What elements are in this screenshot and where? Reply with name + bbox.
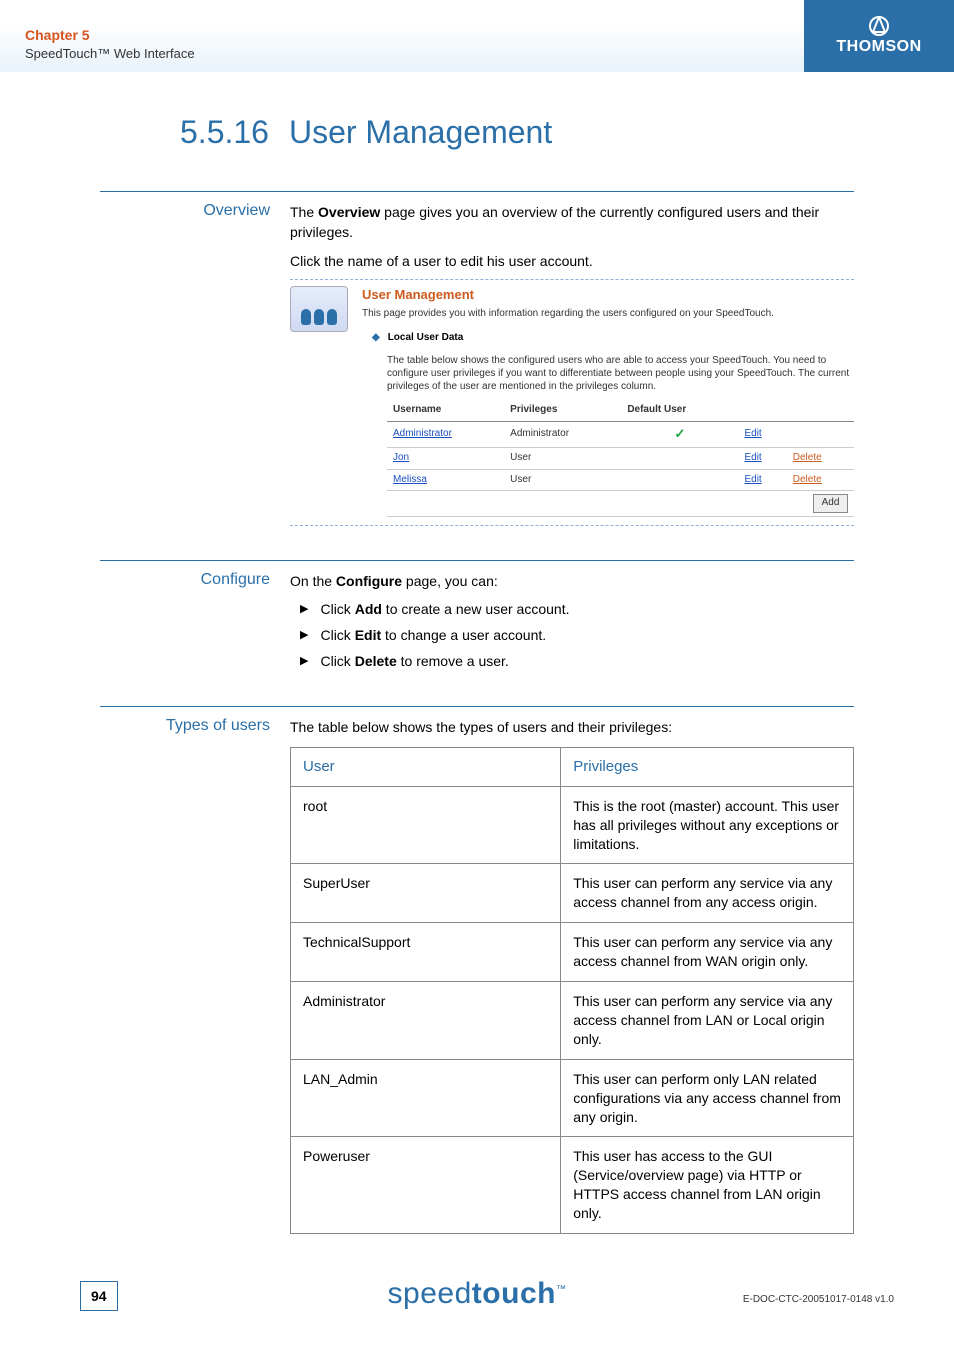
overview-body: The Overview page gives you an overview … bbox=[290, 191, 854, 532]
list-item: ▶Click Add to create a new user account. bbox=[300, 599, 854, 619]
section-title: 5.5.16 User Management bbox=[180, 114, 854, 151]
triangle-icon: ▶ bbox=[300, 651, 308, 671]
edit-link[interactable]: Edit bbox=[744, 452, 761, 463]
shot-bullet: ◆ Local User Data bbox=[372, 331, 854, 346]
document-id: E-DOC-CTC-20051017-0148 v1.0 bbox=[743, 1294, 894, 1305]
privileges-table: User Privileges rootThis is the root (ma… bbox=[290, 747, 854, 1234]
table-row: AdministratorThis user can perform any s… bbox=[291, 982, 854, 1060]
screenshot-body: User Management This page provides you w… bbox=[362, 286, 854, 517]
dashed-separator bbox=[290, 525, 854, 526]
triangle-icon: ▶ bbox=[300, 625, 308, 645]
overview-p2: Click the name of a user to edit his use… bbox=[290, 251, 854, 271]
table-row: TechnicalSupportThis user can perform an… bbox=[291, 923, 854, 982]
types-body: The table below shows the types of users… bbox=[290, 706, 854, 1234]
col-privileges: Privileges bbox=[561, 748, 854, 787]
table-row: SuperUserThis user can perform any servi… bbox=[291, 864, 854, 923]
overview-p1: The Overview page gives you an overview … bbox=[290, 202, 854, 243]
table-row: Melissa User Edit Delete bbox=[387, 469, 854, 491]
brand-icon bbox=[868, 16, 890, 36]
table-row: Administrator Administrator ✓ Edit bbox=[387, 422, 854, 448]
list-item: ▶Click Delete to remove a user. bbox=[300, 651, 854, 671]
page-header: Chapter 5 SpeedTouch™ Web Interface THOM… bbox=[0, 0, 954, 72]
overview-label: Overview bbox=[100, 191, 290, 532]
brand-block: THOMSON bbox=[804, 0, 954, 72]
users-table: Username Privileges Default User Adminis… bbox=[387, 399, 854, 517]
chapter-block: Chapter 5 SpeedTouch™ Web Interface bbox=[25, 26, 195, 62]
edit-link[interactable]: Edit bbox=[744, 428, 761, 439]
configure-list: ▶Click Add to create a new user account.… bbox=[300, 599, 854, 672]
bullet-icon: ◆ bbox=[372, 331, 380, 346]
section-number: 5.5.16 bbox=[180, 114, 269, 151]
user-link[interactable]: Administrator bbox=[393, 428, 452, 439]
shot-title: User Management bbox=[362, 286, 854, 305]
chapter-title: Chapter 5 bbox=[25, 26, 195, 45]
shot-paragraph: The table below shows the configured use… bbox=[387, 354, 854, 393]
section-name: User Management bbox=[289, 114, 552, 151]
triangle-icon: ▶ bbox=[300, 599, 308, 619]
table-row: LAN_AdminThis user can perform only LAN … bbox=[291, 1059, 854, 1137]
table-row: Jon User Edit Delete bbox=[387, 448, 854, 470]
embedded-screenshot: User Management This page provides you w… bbox=[290, 286, 854, 517]
user-link[interactable]: Melissa bbox=[393, 474, 427, 485]
chapter-subtitle: SpeedTouch™ Web Interface bbox=[25, 45, 195, 63]
col-username: Username bbox=[387, 399, 504, 422]
footer-logo: speedtouch™ bbox=[388, 1277, 567, 1311]
check-icon: ✓ bbox=[674, 426, 685, 441]
screenshot-thumbnail-icon bbox=[290, 286, 348, 332]
add-button[interactable]: Add bbox=[813, 494, 849, 513]
delete-link[interactable]: Delete bbox=[793, 452, 822, 463]
configure-body: On the Configure page, you can: ▶Click A… bbox=[290, 560, 854, 678]
page-footer: 94 speedtouch™ E-DOC-CTC-20051017-0148 v… bbox=[0, 1271, 954, 1311]
add-row: Add bbox=[387, 491, 854, 517]
page-number: 94 bbox=[80, 1281, 118, 1311]
shot-desc: This page provides you with information … bbox=[362, 307, 854, 322]
dashed-separator bbox=[290, 279, 854, 280]
table-row: rootThis is the root (master) account. T… bbox=[291, 786, 854, 864]
table-row: PoweruserThis user has access to the GUI… bbox=[291, 1137, 854, 1234]
types-intro: The table below shows the types of users… bbox=[290, 717, 854, 737]
col-privileges: Privileges bbox=[504, 399, 621, 422]
col-user: User bbox=[291, 748, 561, 787]
brand-text: THOMSON bbox=[836, 38, 921, 56]
edit-link[interactable]: Edit bbox=[744, 474, 761, 485]
list-item: ▶Click Edit to change a user account. bbox=[300, 625, 854, 645]
delete-link[interactable]: Delete bbox=[793, 474, 822, 485]
user-link[interactable]: Jon bbox=[393, 452, 409, 463]
types-label: Types of users bbox=[100, 706, 290, 1234]
configure-intro: On the Configure page, you can: bbox=[290, 571, 854, 591]
col-default: Default User bbox=[621, 399, 738, 422]
configure-label: Configure bbox=[100, 560, 290, 678]
